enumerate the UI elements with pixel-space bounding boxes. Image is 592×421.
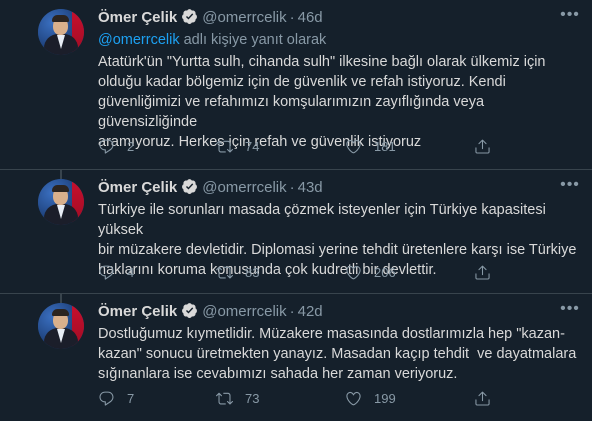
user-handle[interactable]: @omerrcelik — [202, 9, 286, 26]
tweet-1[interactable]: Ömer Çelik @omerrcelik · 46d ••• @omerrceli… — [0, 0, 592, 170]
share-icon — [474, 138, 491, 155]
tweet-actions: 4 83 206 — [98, 262, 518, 282]
tweet-header: Ömer Çelik @omerrcelik · 42d ••• — [98, 301, 580, 325]
reply-count: 7 — [127, 390, 135, 406]
retweet-count: 74 — [245, 138, 260, 154]
separator-dot: · — [289, 179, 295, 196]
thread-connector — [60, 293, 62, 303]
avatar[interactable] — [38, 179, 84, 225]
tweet-actions: 2 74 181 — [98, 136, 518, 156]
heart-icon — [345, 264, 362, 281]
reply-count: 4 — [127, 264, 135, 280]
separator-dot: · — [289, 9, 295, 26]
reply-button[interactable]: 7 — [98, 388, 134, 408]
reply-button[interactable]: 4 — [98, 262, 134, 282]
like-count: 206 — [374, 264, 396, 280]
display-name[interactable]: Ömer Çelik — [98, 303, 177, 320]
like-button[interactable]: 206 — [345, 262, 396, 282]
avatar[interactable] — [38, 303, 84, 349]
more-options-icon[interactable]: ••• — [560, 7, 580, 28]
verified-badge-icon — [181, 8, 198, 31]
share-icon — [474, 264, 491, 281]
tweet-text: Dostluğumuz kıymetlidir. Müzakere masası… — [98, 326, 577, 382]
thread-connector — [60, 169, 62, 179]
retweet-count: 73 — [245, 390, 260, 406]
more-options-icon[interactable]: ••• — [560, 301, 580, 322]
share-button[interactable] — [474, 136, 491, 156]
reply-icon — [98, 264, 115, 281]
reply-count: 2 — [127, 138, 135, 154]
separator-dot: · — [289, 303, 295, 320]
tweet-actions: 7 73 199 — [98, 388, 518, 408]
like-button[interactable]: 181 — [345, 136, 396, 156]
reply-icon — [98, 390, 115, 407]
retweet-count: 83 — [245, 264, 260, 280]
display-name[interactable]: Ömer Çelik — [98, 9, 177, 26]
reply-button[interactable]: 2 — [98, 136, 134, 156]
share-icon — [474, 390, 491, 407]
timestamp[interactable]: 42d — [298, 303, 323, 320]
share-button[interactable] — [474, 262, 491, 282]
verified-badge-icon — [181, 302, 198, 325]
retweet-icon — [216, 390, 233, 407]
retweet-button[interactable]: 74 — [216, 136, 259, 156]
timestamp[interactable]: 43d — [298, 179, 323, 196]
retweet-icon — [216, 138, 233, 155]
heart-icon — [345, 390, 362, 407]
reply-context-label: adlı kişiye yanıt olarak — [179, 32, 327, 48]
user-handle[interactable]: @omerrcelik — [202, 303, 286, 320]
like-button[interactable]: 199 — [345, 388, 396, 408]
reply-icon — [98, 138, 115, 155]
tweet-thread: Ömer Çelik @omerrcelik · 46d ••• @omerrceli… — [0, 0, 592, 421]
user-handle[interactable]: @omerrcelik — [202, 179, 286, 196]
heart-icon — [345, 138, 362, 155]
tweet-2[interactable]: Ömer Çelik @omerrcelik · 43d ••• Türkiye il… — [0, 169, 592, 294]
reply-mention-link[interactable]: @omerrcelik — [98, 32, 180, 48]
more-options-icon[interactable]: ••• — [560, 177, 580, 198]
tweet-header: Ömer Çelik @omerrcelik · 43d ••• — [98, 177, 580, 201]
like-count: 199 — [374, 390, 396, 406]
retweet-icon — [216, 264, 233, 281]
tweet-3[interactable]: Ömer Çelik @omerrcelik · 42d ••• Dostluğumu… — [0, 293, 592, 421]
retweet-button[interactable]: 83 — [216, 262, 259, 282]
avatar[interactable] — [38, 9, 84, 55]
verified-badge-icon — [181, 178, 198, 201]
tweet-header: Ömer Çelik @omerrcelik · 46d ••• — [98, 7, 580, 31]
reply-context: @omerrcelik adlı kişiye yanıt olarak — [98, 30, 580, 50]
like-count: 181 — [374, 138, 396, 154]
display-name[interactable]: Ömer Çelik — [98, 179, 177, 196]
retweet-button[interactable]: 73 — [216, 388, 259, 408]
timestamp[interactable]: 46d — [298, 9, 323, 26]
share-button[interactable] — [474, 388, 491, 408]
